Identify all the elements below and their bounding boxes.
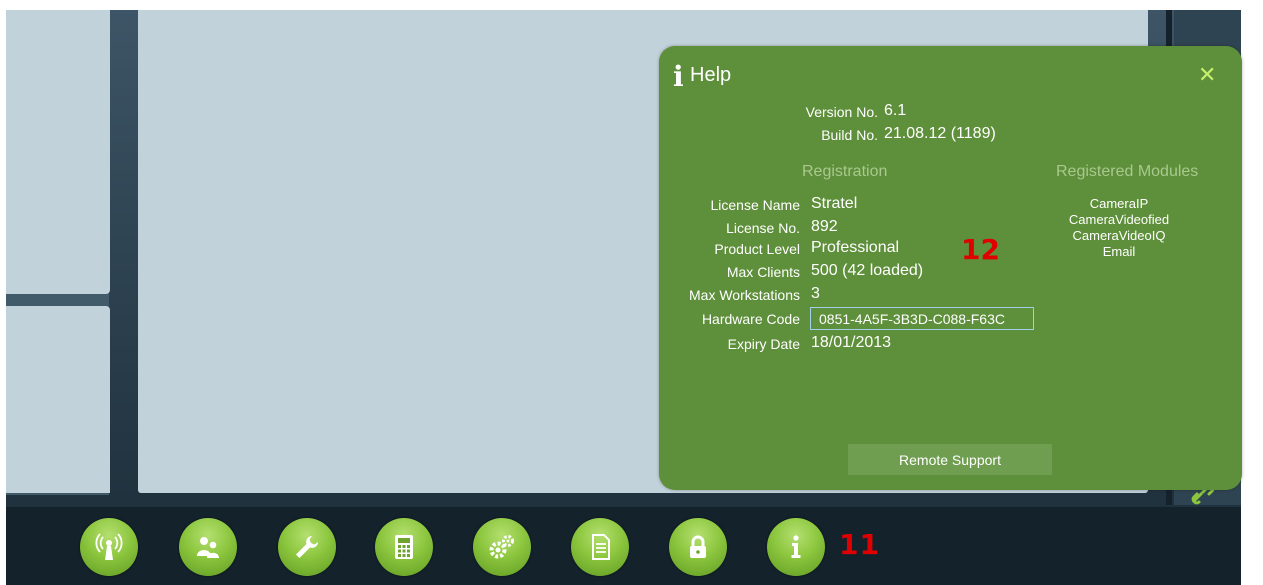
license-no-label: License No. <box>726 220 800 236</box>
wrench-icon <box>296 536 318 558</box>
build-value: 21.08.12 (1189) <box>884 125 996 142</box>
dock-button-tools[interactable] <box>278 518 336 576</box>
camera-pane-left-top[interactable] <box>6 10 110 294</box>
dock-button-help[interactable] <box>767 518 825 576</box>
dialog-title: Help <box>690 64 732 86</box>
expiry-date-value: 18/01/2013 <box>811 334 892 351</box>
dock-button-users[interactable] <box>179 518 237 576</box>
dock-button-calculator[interactable] <box>375 518 433 576</box>
remote-support-button[interactable]: Remote Support <box>848 444 1052 475</box>
product-level-value: Professional <box>811 239 900 256</box>
license-name-label: License Name <box>710 197 801 213</box>
close-icon[interactable]: ✕ <box>1198 65 1216 87</box>
expiry-date-label: Expiry Date <box>727 336 800 352</box>
max-workstations-label: Max Workstations <box>689 287 800 303</box>
document-icon <box>592 534 610 560</box>
max-clients-label: Max Clients <box>726 264 800 280</box>
antenna-icon <box>95 533 123 560</box>
info-icon <box>791 535 801 558</box>
module-item: CameraVideoIQ <box>1072 228 1166 243</box>
hardware-code-label: Hardware Code <box>701 311 800 327</box>
dock-button-reports[interactable] <box>571 518 629 576</box>
license-no-value: 892 <box>811 218 838 235</box>
license-name-value: Stratel <box>811 195 858 212</box>
annotation-label-11: 11 <box>839 528 880 561</box>
help-dialog: i Help ✕ Version No. 6.1 Build No. 21.08… <box>659 46 1242 490</box>
lock-icon <box>690 535 706 558</box>
info-icon: i <box>673 60 684 93</box>
version-value: 6.1 <box>884 102 907 119</box>
module-item: CameraVideofied <box>1068 212 1170 227</box>
registration-heading: Registration <box>802 163 888 180</box>
users-icon <box>197 537 219 558</box>
dock-button-settings[interactable] <box>473 518 531 576</box>
gears-icon <box>489 535 514 559</box>
dock-button-lock[interactable] <box>669 518 727 576</box>
annotation-label-12: 12 <box>961 233 1000 266</box>
version-label: Version No. <box>805 104 878 120</box>
calculator-icon <box>395 535 413 559</box>
modules-heading: Registered Modules <box>1056 163 1199 180</box>
product-level-label: Product Level <box>714 241 800 257</box>
max-clients-value: 500 (42 loaded) <box>811 262 924 279</box>
hardware-code-field[interactable]: 0851-4A5F-3B3D-C088-F63C <box>810 307 1034 330</box>
max-workstations-value: 3 <box>811 285 820 302</box>
module-item: Email <box>1102 244 1136 259</box>
camera-pane-left-bottom[interactable] <box>6 306 110 493</box>
build-label: Build No. <box>821 127 878 143</box>
module-item: CameraIP <box>1089 196 1149 211</box>
dock-button-antenna[interactable] <box>80 518 138 576</box>
